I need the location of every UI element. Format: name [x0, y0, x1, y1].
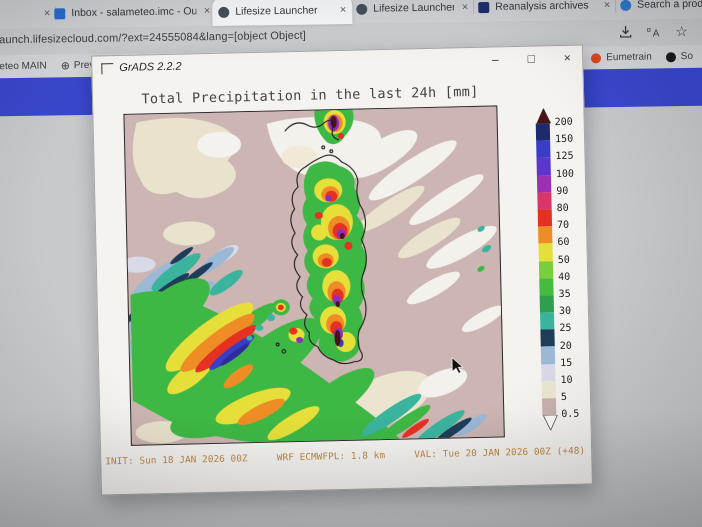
precip-map-canvas [124, 106, 503, 444]
colorbar-segment [541, 347, 555, 365]
translate-icon[interactable]: ¤A [644, 22, 662, 40]
colorbar-segments [536, 123, 557, 415]
bookmark-label: So [681, 51, 693, 62]
bookmark-meteo-main[interactable]: meteo MAIN [0, 60, 47, 74]
window-title: GrADS 2.2.2 [119, 61, 182, 74]
colorbar-segment [538, 226, 552, 244]
tab-label: Lifesize Launcher [373, 1, 454, 14]
colorbar-tick-label: 0.5 [561, 409, 579, 420]
tab-label: Reanalysis archives [495, 0, 596, 13]
colorbar-tick-label: 60 [557, 237, 569, 248]
app-icon [666, 52, 676, 62]
colorbar-tick-label: 25 [559, 323, 571, 334]
colorbar-segment [540, 312, 554, 330]
colorbar-tick-label: 100 [556, 168, 574, 179]
colorbar-tick-label: 20 [560, 340, 572, 351]
colorbar-segment [540, 295, 554, 313]
map-title: Total Precipitation in the last 24h [mm] [119, 83, 501, 108]
colorbar-tick-label: 35 [558, 289, 570, 300]
reanalysis-icon [478, 1, 489, 12]
star-icon[interactable]: ☆ [672, 22, 690, 40]
globe-icon [620, 0, 631, 11]
maximize-button[interactable]: □ [524, 51, 538, 65]
colorbar-segment [542, 381, 556, 399]
colorbar-tick-label: 10 [560, 375, 572, 386]
tab-close-icon[interactable]: × [340, 4, 347, 16]
grads-window: GrADS 2.2.2 – □ × Total Precipitation in… [91, 44, 593, 495]
tab-lifesize-active[interactable]: Lifesize Launcher × [212, 0, 352, 26]
colorbar-tick-label: 40 [558, 272, 570, 283]
valid-time-label: VAL: Tue 20 JAN 2026 00Z (+48) [414, 446, 585, 461]
map-footer: INIT: Sun 18 JAN 2026 00Z WRF ECMWFPL: 1… [105, 446, 585, 468]
colorbar-segment [537, 158, 551, 176]
tab-reanalysis[interactable]: Reanalysis archives × [472, 0, 616, 20]
colorbar-tick-label: 125 [555, 151, 573, 162]
tab-inbox[interactable]: Inbox - salameteo.imc - Ou × [48, 0, 216, 26]
url-text: launch.lifesizecloud.com/?ext=24555084&l… [0, 30, 306, 47]
outlook-icon [54, 8, 65, 19]
model-label: WRF ECMWFPL: 1.8 km [277, 450, 385, 463]
colorbar-under-arrow [542, 415, 558, 430]
minimize-button[interactable]: – [488, 52, 502, 66]
init-time-label: INIT: Sun 18 JAN 2026 00Z [105, 453, 248, 467]
close-button[interactable]: × [560, 51, 574, 65]
colorbar-tick-label: 30 [559, 306, 571, 317]
address-bar-actions: ¤A ☆ [616, 22, 690, 41]
svg-text:A: A [652, 28, 659, 38]
colorbar-segment [536, 123, 550, 141]
svg-text:¤: ¤ [646, 26, 651, 35]
globe-icon: ⊕ [61, 59, 70, 72]
bookmark-label: meteo MAIN [0, 61, 47, 73]
eumetrain-icon [591, 53, 601, 63]
window-controls: – □ × [488, 46, 575, 72]
bookmark-so[interactable]: So [666, 51, 693, 62]
grads-app-icon [101, 63, 113, 74]
download-icon[interactable] [616, 23, 634, 41]
lifesize-icon [356, 3, 367, 14]
tab-close-icon[interactable]: × [462, 1, 469, 13]
bookmark-eumetrain[interactable]: Eumetrain [591, 52, 652, 64]
colorbar-segment [540, 329, 554, 347]
tab-label: Lifesize Launcher [235, 4, 332, 17]
precipitation-map[interactable] [123, 105, 504, 445]
tab-close-icon[interactable]: × [204, 5, 211, 17]
tab-search-product[interactable]: Search a product | PRO [614, 0, 702, 18]
colorbar-tick-label: 150 [555, 134, 573, 145]
colorbar-tick-label: 50 [558, 254, 570, 265]
colorbar-segment [539, 278, 553, 296]
colorbar-tick-label: 200 [555, 117, 573, 128]
colorbar-segment [538, 209, 552, 227]
colorbar-segment [542, 398, 556, 416]
colorbar-segment [538, 244, 552, 262]
lifesize-icon [218, 6, 229, 17]
colorbar-tick-label: 15 [560, 358, 572, 369]
tab-label: Inbox - salameteo.imc - Ou [71, 5, 196, 19]
colorbar-tick-label: 80 [557, 203, 569, 214]
tab-close-icon[interactable]: × [604, 0, 611, 11]
colorbar-over-arrow [535, 108, 551, 123]
bookmark-label: Eumetrain [606, 52, 652, 64]
colorbar-tick-label: 90 [556, 186, 568, 197]
colorbar: 200 150 125 100 90 80 70 60 50 40 35 30 25 20 15 10 5 0.5 [535, 108, 586, 431]
colorbar-tick-label: 5 [561, 392, 567, 403]
colorbar-segment [537, 192, 551, 210]
colorbar-segment [537, 175, 551, 193]
colorbar-segment [539, 261, 553, 279]
photographed-screen: × Inbox - salameteo.imc - Ou × Lifesize … [0, 0, 702, 527]
colorbar-segment [541, 364, 555, 382]
colorbar-tick-label: 70 [557, 220, 569, 231]
tab-lifesize-2[interactable]: Lifesize Launcher × [350, 0, 474, 22]
colorbar-labels: 20015012510090807060504035302520151050.5 [555, 123, 588, 418]
colorbar-segment [536, 140, 550, 158]
tab-label: Search a product | PRO [637, 0, 702, 11]
